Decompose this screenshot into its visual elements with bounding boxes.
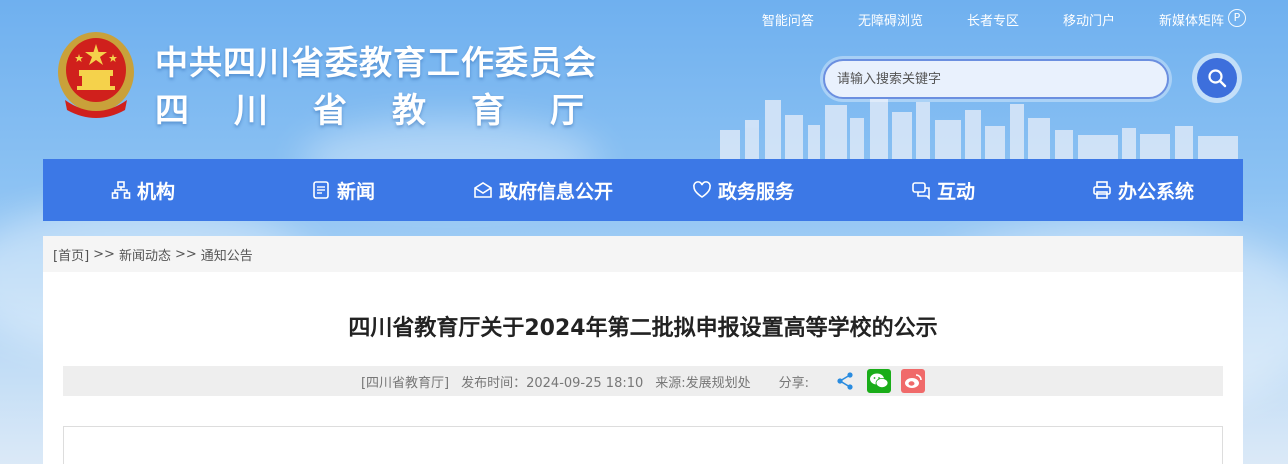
nav-item-news[interactable]: 新闻 [243, 177, 443, 204]
breadcrumb-home[interactable]: [首页] [53, 245, 89, 264]
wechat-icon [870, 373, 889, 388]
nav-label-office: 办公系统 [1117, 180, 1194, 203]
info-open-icon [474, 182, 492, 198]
main-nav: 机构 新闻 政府信息公开 政务服务 互动 办公系统 [43, 159, 1243, 221]
site-title: 中共四川省委教育工作委员会 [155, 43, 597, 82]
share-icon [837, 372, 853, 390]
breadcrumb-notices[interactable]: 通知公告 [201, 245, 253, 264]
top-links: 智能问答 无障碍浏览 长者专区 移动门户 新媒体矩阵 P [762, 9, 1246, 29]
share-button[interactable] [833, 369, 857, 393]
top-link-media[interactable]: 新媒体矩阵 P [1159, 9, 1246, 29]
article-title: 四川省教育厅关于2024年第二批拟申报设置高等学校的公示 [348, 316, 938, 341]
national-emblem-icon [58, 32, 134, 118]
breadcrumb: [首页] >> 新闻动态 >> 通知公告 [43, 236, 1243, 272]
top-link-accessibility[interactable]: 无障碍浏览 [858, 10, 923, 29]
article-meta: [四川省教育厅] 发布时间：2024-09-25 18:10 来源:发展规划处 … [63, 366, 1223, 396]
top-link-qa[interactable]: 智能问答 [762, 10, 814, 29]
meta-share-label: 分享: [778, 375, 810, 391]
interact-icon [912, 182, 930, 200]
breadcrumb-separator: >> [174, 246, 197, 262]
nav-label-news: 新闻 [336, 180, 375, 203]
weibo-icon [905, 374, 922, 388]
meta-source: 来源:发展规划处 [655, 375, 751, 391]
site-subtitle: 四川省教育厅 [155, 91, 629, 131]
nav-label-service: 政务服务 [717, 180, 794, 203]
media-matrix-icon: P [1228, 9, 1246, 27]
meta-org: [四川省教育厅] [360, 375, 450, 391]
share-weibo-button[interactable] [901, 369, 926, 393]
org-icon [111, 181, 131, 199]
search-icon [1208, 69, 1227, 88]
breadcrumb-separator: >> [93, 246, 115, 262]
service-icon [693, 181, 711, 198]
nav-item-org[interactable]: 机构 [43, 177, 243, 204]
nav-item-service[interactable]: 政务服务 [643, 177, 843, 204]
search-button[interactable] [1192, 53, 1242, 103]
top-link-mobile[interactable]: 移动门户 [1063, 10, 1115, 29]
content-panel: [首页] >> 新闻动态 >> 通知公告 四川省教育厅关于2024年第二批拟申报… [43, 236, 1243, 464]
nav-label-info-open: 政府信息公开 [498, 180, 613, 203]
search-box [820, 56, 1172, 102]
nav-item-info-open[interactable]: 政府信息公开 [443, 177, 643, 204]
article-body [63, 426, 1223, 464]
nav-item-interact[interactable]: 互动 [843, 177, 1043, 204]
printer-icon [1093, 181, 1111, 199]
nav-label-org: 机构 [136, 180, 175, 203]
search-input[interactable] [823, 59, 1169, 99]
news-icon [313, 181, 329, 199]
breadcrumb-news[interactable]: 新闻动态 [119, 245, 171, 264]
share-icons [833, 369, 926, 393]
top-link-elder[interactable]: 长者专区 [967, 10, 1019, 29]
nav-label-interact: 互动 [936, 180, 975, 203]
share-wechat-button[interactable] [867, 369, 892, 393]
nav-item-office[interactable]: 办公系统 [1043, 177, 1243, 204]
meta-publish-time: 发布时间：2024-09-25 18:10 [461, 375, 644, 391]
